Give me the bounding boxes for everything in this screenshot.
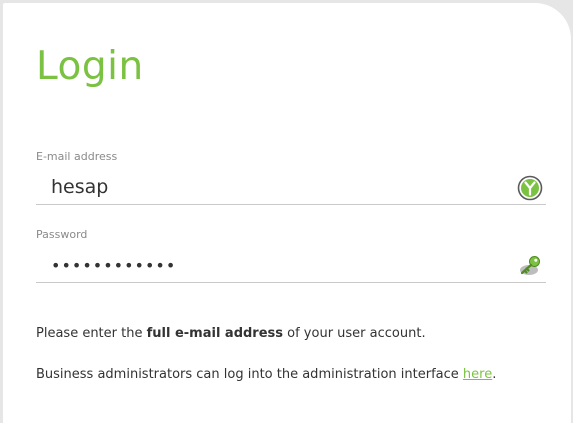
key-icon[interactable] — [517, 253, 543, 279]
password-label: Password — [36, 228, 88, 241]
admin-hint-suffix: . — [492, 367, 497, 382]
email-hint-text: Please enter the full e-mail address of … — [36, 325, 426, 343]
email-label: E-mail address — [36, 150, 118, 163]
password-field[interactable] — [36, 250, 521, 280]
admin-login-link[interactable]: here — [463, 367, 492, 382]
admin-hint-prefix: Business administrators can log into the… — [36, 367, 463, 382]
identity-icon[interactable] — [517, 175, 543, 201]
login-panel: Login E-mail address Password Please ent… — [3, 3, 571, 423]
email-hint-suffix: of your user account. — [283, 326, 426, 341]
email-hint-bold: full e-mail address — [146, 326, 284, 341]
page-title: Login — [36, 44, 144, 89]
email-hint-prefix: Please enter the — [36, 326, 147, 341]
password-field-container — [36, 250, 546, 283]
email-field[interactable] — [36, 172, 521, 202]
admin-hint-text: Business administrators can log into the… — [36, 366, 496, 384]
email-field-container — [36, 172, 546, 205]
